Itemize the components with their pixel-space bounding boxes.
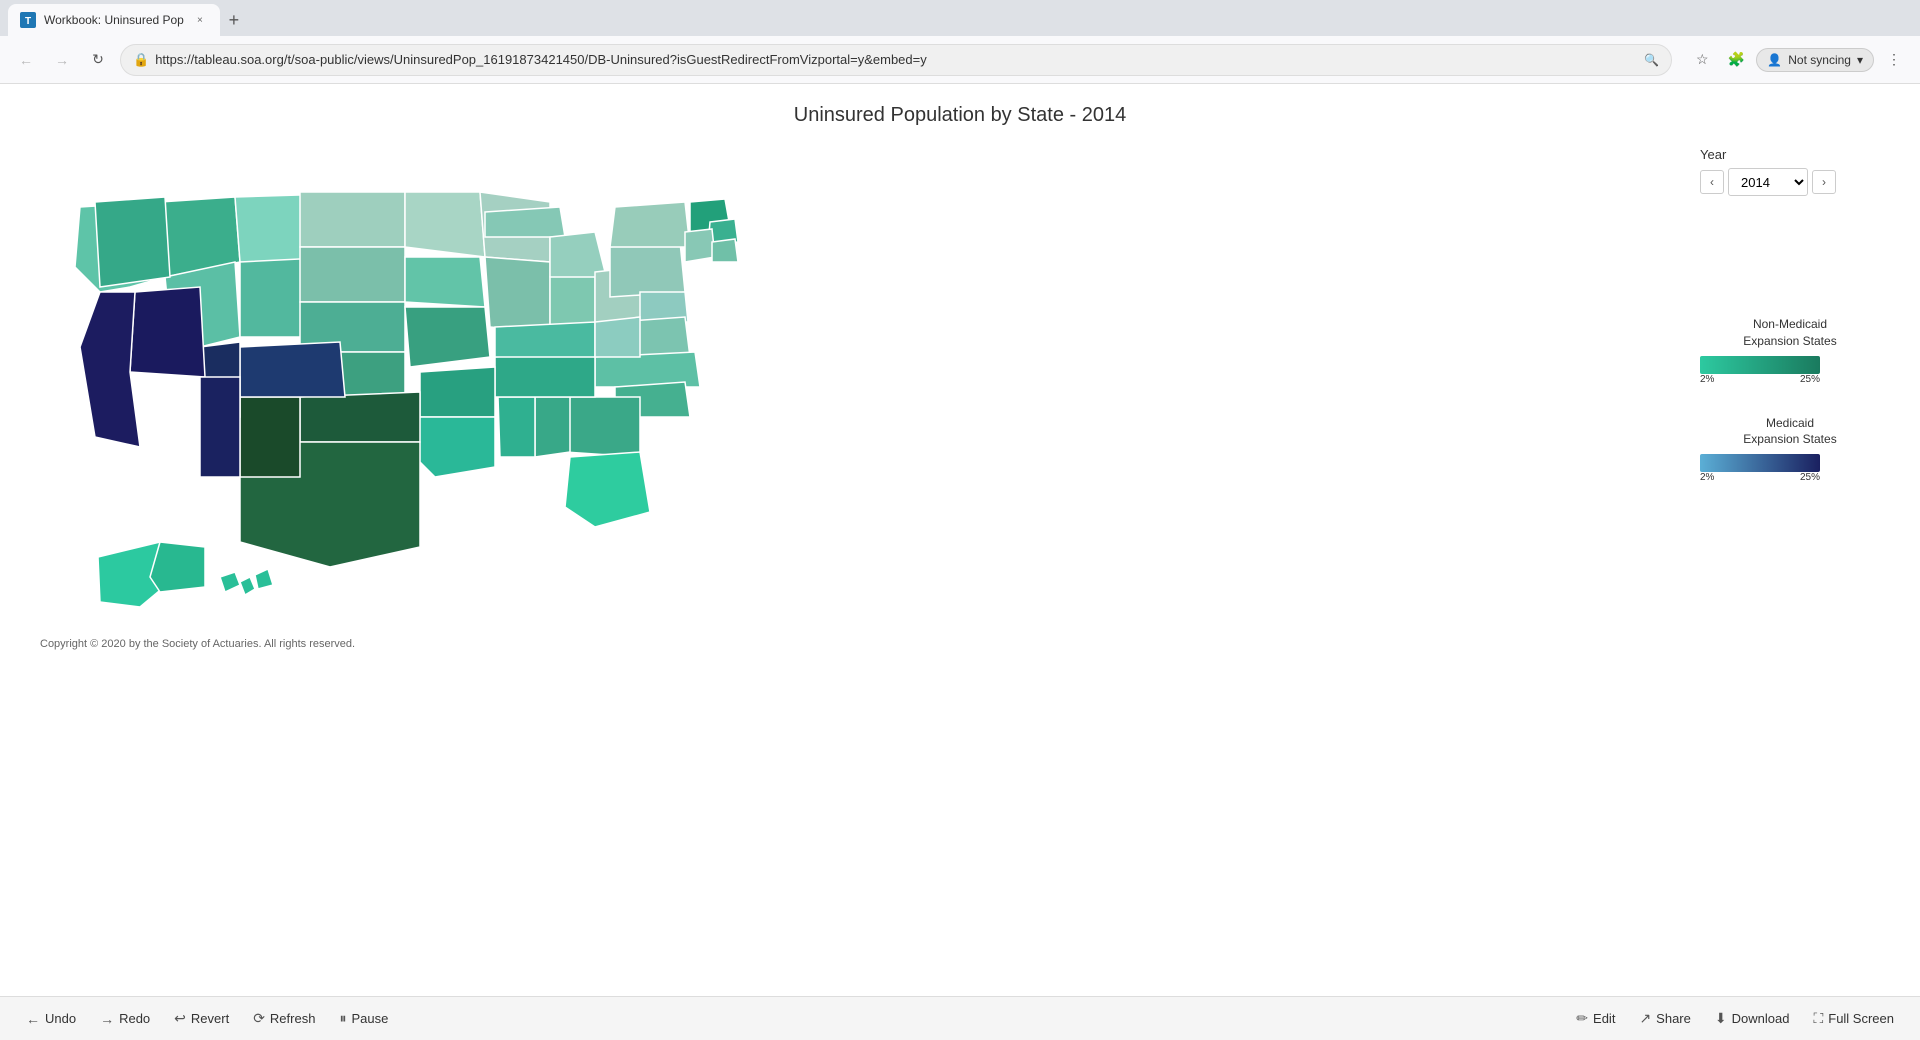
year-next-button[interactable]: › [1812,170,1836,194]
us-choropleth-map[interactable] [40,147,740,617]
share-button[interactable]: ↗ Share [1629,1005,1700,1032]
tab-close-button[interactable]: × [192,12,208,28]
forward-button[interactable]: → [48,46,76,74]
browser-content: Uninsured Population by State - 2014 [0,84,1920,1040]
browser-frame: T Workbook: Uninsured Pop × + ← → ↻ 🔒 ht… [0,0,1920,1040]
non-medicaid-legend: Non-MedicaidExpansion States 2% 25% [1700,316,1880,385]
download-icon: ⬇ [1715,1010,1727,1027]
redo-icon: → [100,1011,114,1027]
fullscreen-icon: ⛶ [1813,1010,1823,1027]
redo-label: Redo [119,1011,150,1026]
year-dropdown[interactable]: 2010 2011 2012 2013 2014 2015 2016 2017 … [1728,168,1808,196]
revert-button[interactable]: ↩ Revert [164,1005,239,1032]
toolbar-right-actions: ✏ Edit ↗ Share ⬇ Download ⛶ Full Screen [1566,1005,1904,1032]
pause-button[interactable]: ⏸ Pause [329,1005,398,1032]
new-tab-button[interactable]: + [220,6,248,34]
medicaid-min-label: 2% [1700,472,1714,483]
refresh-label: Refresh [270,1011,316,1026]
copyright-text: Copyright © 2020 by the Society of Actua… [40,638,1880,650]
medicaid-legend-title: MedicaidExpansion States [1700,415,1880,449]
year-selector: ‹ 2010 2011 2012 2013 2014 2015 2016 201… [1700,168,1880,196]
sync-button[interactable]: 👤 Not syncing ▾ [1756,48,1874,72]
non-medicaid-legend-labels: 2% 25% [1700,374,1820,385]
active-tab[interactable]: T Workbook: Uninsured Pop × [8,4,220,36]
edit-icon: ✏ [1576,1010,1588,1027]
lock-icon: 🔒 [133,52,149,68]
non-medicaid-min-label: 2% [1700,374,1714,385]
year-filter-label: Year [1700,147,1880,162]
toolbar-right: ☆ 🧩 👤 Not syncing ▾ ⋮ [1688,46,1908,74]
refresh-button[interactable]: ⟳ Refresh [243,1005,325,1032]
edit-label: Edit [1593,1011,1615,1026]
edit-button[interactable]: ✏ Edit [1566,1005,1625,1032]
undo-button[interactable]: ← Undo [16,1006,86,1032]
viz-title: Uninsured Population by State - 2014 [40,104,1880,127]
profile-icon: 👤 [1767,53,1782,67]
extensions-button[interactable]: 🧩 [1722,46,1750,74]
year-prev-button[interactable]: ‹ [1700,170,1724,194]
undo-label: Undo [45,1011,76,1026]
medicaid-max-label: 25% [1800,472,1820,483]
share-label: Share [1656,1011,1691,1026]
pause-label: Pause [351,1011,388,1026]
revert-icon: ↩ [174,1010,186,1027]
tab-title: Workbook: Uninsured Pop [44,13,184,27]
non-medicaid-max-label: 25% [1800,374,1820,385]
legend-area: Year ‹ 2010 2011 2012 2013 2014 2015 201… [1680,147,1880,622]
download-label: Download [1732,1011,1790,1026]
map-area [40,147,1680,622]
undo-icon: ← [26,1011,40,1027]
sync-label: Not syncing [1788,53,1851,67]
address-bar[interactable]: 🔒 https://tableau.soa.org/t/soa-public/v… [120,44,1672,76]
url-text: https://tableau.soa.org/t/soa-public/vie… [155,52,1638,67]
fullscreen-button[interactable]: ⛶ Full Screen [1803,1005,1904,1032]
non-medicaid-legend-title: Non-MedicaidExpansion States [1700,316,1880,350]
viz-body: Year ‹ 2010 2011 2012 2013 2014 2015 201… [40,147,1880,622]
tab-bar: T Workbook: Uninsured Pop × + [0,0,1920,36]
revert-label: Revert [191,1011,229,1026]
refresh-icon: ⟳ [253,1010,265,1027]
back-button[interactable]: ← [12,46,40,74]
svg-text:T: T [25,16,31,27]
redo-button[interactable]: → Redo [90,1006,160,1032]
pause-icon: ⏸ [339,1010,346,1027]
medicaid-legend-labels: 2% 25% [1700,472,1820,483]
fullscreen-label: Full Screen [1828,1011,1894,1026]
share-icon: ↗ [1639,1010,1651,1027]
year-filter: Year ‹ 2010 2011 2012 2013 2014 2015 201… [1700,147,1880,196]
tab-favicon: T [20,12,36,28]
bookmark-star-button[interactable]: ☆ [1688,46,1716,74]
non-medicaid-legend-bar [1700,356,1820,374]
download-button[interactable]: ⬇ Download [1705,1005,1800,1032]
browser-toolbar: ← → ↻ 🔒 https://tableau.soa.org/t/soa-pu… [0,36,1920,84]
tableau-toolbar: ← Undo → Redo ↩ Revert ⟳ Refresh ⏸ Pause [0,996,1920,1040]
medicaid-legend: MedicaidExpansion States 2% 25% [1700,415,1880,484]
sync-chevron-icon: ▾ [1857,53,1863,67]
viz-container: Uninsured Population by State - 2014 [0,84,1920,996]
medicaid-legend-bar [1700,454,1820,472]
zoom-icon: 🔍 [1644,53,1659,67]
reload-button[interactable]: ↻ [84,46,112,74]
browser-menu-button[interactable]: ⋮ [1880,46,1908,74]
